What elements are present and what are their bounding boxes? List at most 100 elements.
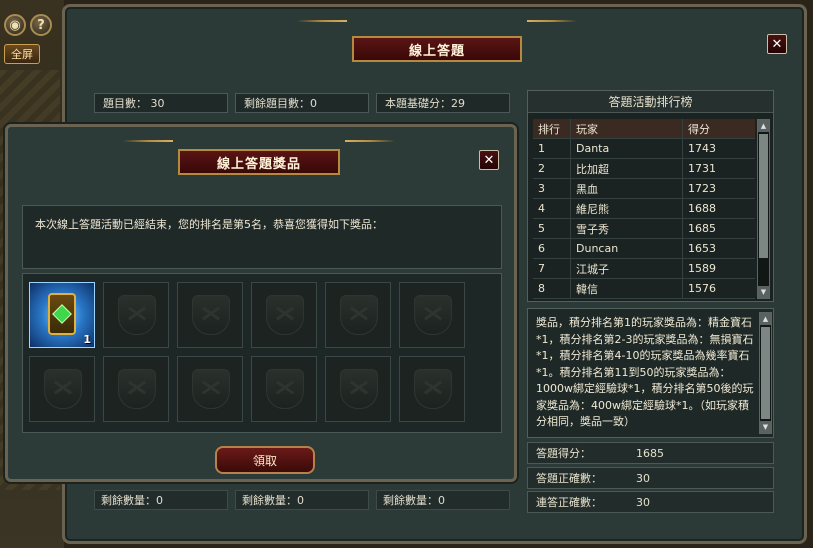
player-cell: 黑血: [570, 179, 682, 198]
title-ornament-left: [297, 16, 347, 26]
title-ornament-right: [527, 16, 577, 26]
correct-count: 答題正確數： 30: [527, 467, 774, 489]
remaining-quantity-2: 剩餘數量：0: [235, 490, 369, 510]
help-icon[interactable]: ?: [30, 14, 52, 36]
empty-slot[interactable]: [251, 282, 317, 348]
player-cell: Duncan: [570, 239, 682, 258]
prize-item-grid: 1: [22, 273, 502, 433]
score-cell: 1685: [682, 219, 755, 238]
remaining-quantity-3: 剩餘數量：0: [376, 490, 510, 510]
score-cell: 1743: [682, 139, 755, 158]
main-close-button[interactable]: ✕: [767, 34, 787, 54]
empty-slot-icon: [44, 369, 82, 409]
empty-slot[interactable]: [29, 356, 95, 422]
score-cell: 1576: [682, 279, 755, 298]
quiz-score-label: 答題得分：: [536, 447, 591, 460]
base-score: 本題基礎分：29: [376, 93, 510, 113]
rank-cell: 3: [538, 182, 545, 195]
score-cell: 1653: [682, 239, 755, 258]
streak-count: 連答正確數： 30: [527, 491, 774, 513]
empty-slot-icon: [414, 369, 452, 409]
empty-slot-icon: [192, 295, 230, 335]
popup-ornament-right: [345, 136, 395, 146]
prize-popup: 線上答題獎品 ✕ 本次線上答題活動已經結束，您的排名是第5名，恭喜您獲得如下獎品…: [5, 124, 517, 482]
table-row: 2 比加超 1731: [533, 159, 755, 179]
character-icon[interactable]: ◉: [4, 14, 26, 36]
correct-count-label: 答題正確數：: [536, 472, 602, 485]
player-cell: 維尼熊: [570, 199, 682, 218]
empty-slot[interactable]: [399, 356, 465, 422]
empty-slot-icon: [340, 369, 378, 409]
rank-cell: 2: [538, 162, 545, 175]
gem-card-icon: [48, 293, 76, 335]
prize-item-slot[interactable]: 1: [29, 282, 95, 348]
remaining-questions: 剩餘題目數：0: [235, 93, 369, 113]
scroll-up-icon[interactable]: ▲: [760, 313, 771, 325]
ranking-table: 排行 玩家 得分 1 Danta 1743 2 比加超 1731 3 黑血 1723 4 維尼…: [533, 119, 755, 299]
empty-slot-icon: [266, 295, 304, 335]
table-row: 6 Duncan 1653: [533, 239, 755, 259]
table-row: 7 江城子 1589: [533, 259, 755, 279]
rank-cell: 8: [538, 282, 545, 295]
ranking-scrollbar[interactable]: ▲ ▼: [757, 119, 770, 299]
score-cell: 1688: [682, 199, 755, 218]
quiz-score-value: 1685: [636, 446, 664, 460]
scroll-down-icon[interactable]: ▼: [760, 421, 771, 433]
score-cell: 1731: [682, 159, 755, 178]
empty-slot-icon: [192, 369, 230, 409]
header-player: 玩家: [570, 119, 682, 138]
streak-count-label: 連答正確數：: [536, 496, 602, 509]
player-cell: 雪子秀: [570, 219, 682, 238]
empty-slot-icon: [266, 369, 304, 409]
ranking-title: 答題活動排行榜: [528, 91, 773, 113]
header-score: 得分: [682, 119, 755, 138]
popup-ornament-left: [123, 136, 173, 146]
scroll-down-icon[interactable]: ▼: [758, 286, 769, 298]
fullscreen-button[interactable]: 全屏: [4, 44, 40, 64]
empty-slot[interactable]: [399, 282, 465, 348]
reward-description-text: 獎品，積分排名第1的玩家獎品為：精金寶石*1，積分排名第2-3的玩家獎品為：無損…: [536, 316, 754, 428]
table-row: 8 韓信 1576: [533, 279, 755, 299]
question-count: 題目數： 30: [94, 93, 228, 113]
player-cell: 江城子: [570, 259, 682, 278]
table-row: 3 黑血 1723: [533, 179, 755, 199]
scroll-thumb[interactable]: [759, 134, 768, 258]
claim-button[interactable]: 領取: [215, 446, 315, 474]
score-cell: 1589: [682, 259, 755, 278]
header-rank: 排行: [538, 122, 560, 136]
empty-slot[interactable]: [325, 282, 391, 348]
rank-cell: 6: [538, 242, 545, 255]
empty-slot[interactable]: [103, 282, 169, 348]
empty-slot[interactable]: [251, 356, 317, 422]
player-cell: 比加超: [570, 159, 682, 178]
popup-title: 線上答題獎品: [178, 149, 340, 175]
empty-slot[interactable]: [325, 356, 391, 422]
empty-slot-icon: [118, 369, 156, 409]
rank-cell: 4: [538, 202, 545, 215]
popup-close-button[interactable]: ✕: [479, 150, 499, 170]
reward-description: 獎品，積分排名第1的玩家獎品為：精金寶石*1，積分排名第2-3的玩家獎品為：無損…: [527, 308, 774, 438]
ranking-panel: 答題活動排行榜 排行 玩家 得分 1 Danta 1743 2 比加超 1731 3 黑血…: [527, 90, 774, 302]
main-window-title: 線上答題: [352, 36, 522, 62]
table-row: 1 Danta 1743: [533, 139, 755, 159]
scroll-up-icon[interactable]: ▲: [758, 120, 769, 132]
ranking-header-row: 排行 玩家 得分: [533, 119, 755, 139]
player-cell: 韓信: [570, 279, 682, 298]
correct-count-value: 30: [636, 471, 650, 485]
description-scrollbar[interactable]: ▲ ▼: [759, 312, 772, 434]
rank-cell: 5: [538, 222, 545, 235]
item-quantity: 1: [83, 333, 91, 346]
empty-slot[interactable]: [103, 356, 169, 422]
empty-slot[interactable]: [177, 356, 243, 422]
scroll-thumb[interactable]: [761, 327, 770, 419]
rank-cell: 7: [538, 262, 545, 275]
streak-count-value: 30: [636, 495, 650, 509]
score-cell: 1723: [682, 179, 755, 198]
empty-slot-icon: [340, 295, 378, 335]
rank-cell: 1: [538, 142, 545, 155]
empty-slot-icon: [414, 295, 452, 335]
table-row: 5 雪子秀 1685: [533, 219, 755, 239]
empty-slot-icon: [118, 295, 156, 335]
empty-slot[interactable]: [177, 282, 243, 348]
remaining-quantity-1: 剩餘數量：0: [94, 490, 228, 510]
